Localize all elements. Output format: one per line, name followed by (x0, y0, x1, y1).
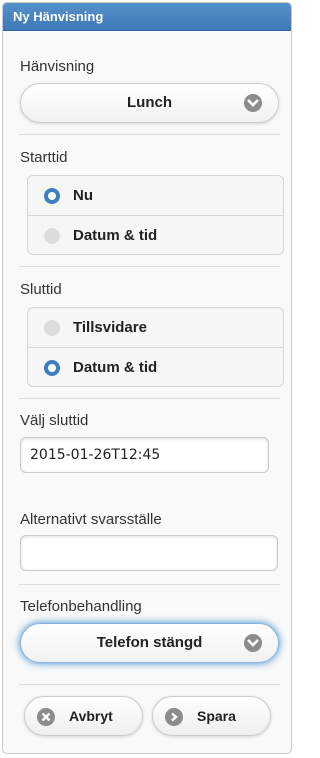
hanvisning-label: Hänvisning (20, 58, 95, 75)
cancel-button-label: Avbryt (69, 708, 113, 724)
chevron-down-icon (244, 634, 262, 652)
chevron-down-icon (244, 94, 262, 112)
radio-label: Nu (73, 187, 93, 204)
divider (19, 398, 280, 399)
sluttid-label: Sluttid (20, 281, 62, 298)
save-button[interactable]: Spara (152, 696, 271, 736)
save-button-label: Spara (197, 708, 236, 724)
divider (19, 134, 280, 135)
radio-label: Datum & tid (73, 359, 158, 376)
sluttid-option-tillsvidare[interactable]: Tillsvidare (28, 308, 283, 347)
radio-unchecked-icon (44, 320, 60, 336)
alternativt-svarsstalle-label: Alternativt svarsställe (20, 511, 162, 528)
chevron-right-icon (165, 708, 183, 726)
radio-checked-icon (44, 188, 60, 204)
hanvisning-dialog: Ny Hänvisning Hänvisning Lunch Starttid … (2, 2, 292, 754)
alternativt-svarsstalle-input[interactable] (20, 535, 278, 571)
radio-label: Tillsvidare (73, 319, 147, 336)
close-icon (37, 708, 55, 726)
cancel-button[interactable]: Avbryt (24, 696, 143, 736)
telefonbehandling-label: Telefonbehandling (20, 598, 142, 615)
divider (19, 584, 280, 585)
telefonbehandling-selected-value: Telefon stängd (96, 634, 203, 651)
sluttid-datetime-input[interactable]: 2015-01-26T12:45 (20, 437, 269, 473)
dialog-header: Ny Hänvisning (3, 3, 291, 31)
radio-unchecked-icon (44, 228, 60, 244)
starttid-label: Starttid (20, 149, 68, 166)
starttid-option-datum-tid[interactable]: Datum & tid (28, 215, 283, 254)
divider (19, 266, 280, 267)
starttid-option-nu[interactable]: Nu (28, 176, 283, 215)
valj-sluttid-label: Välj sluttid (20, 412, 89, 429)
starttid-radio-group: Nu Datum & tid (27, 175, 284, 255)
sluttid-option-datum-tid[interactable]: Datum & tid (28, 347, 283, 386)
radio-checked-icon (44, 360, 60, 376)
hanvisning-selected-value: Lunch (127, 94, 172, 111)
radio-label: Datum & tid (73, 227, 158, 244)
telefonbehandling-select[interactable]: Telefon stängd (20, 623, 279, 663)
divider (19, 684, 280, 685)
sluttid-radio-group: Tillsvidare Datum & tid (27, 307, 284, 387)
hanvisning-select[interactable]: Lunch (20, 83, 279, 123)
